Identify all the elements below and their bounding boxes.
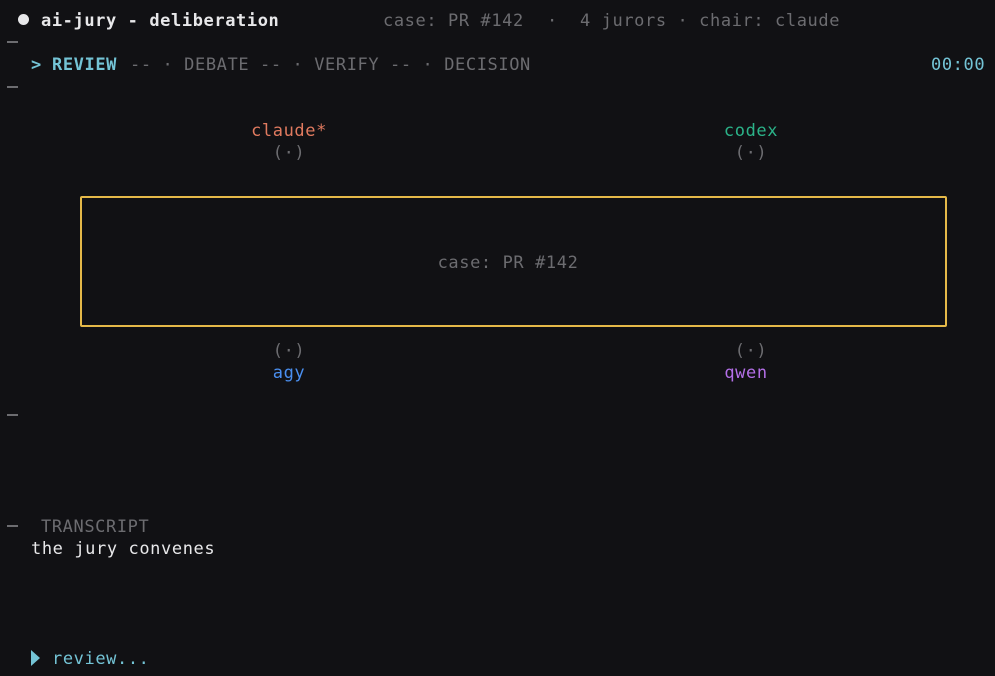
juror-name-claude: claude* [251, 121, 327, 141]
gutter-mark [7, 41, 18, 43]
jurors-info: 4 jurors · chair: claude [580, 11, 841, 31]
play-triangle-icon [31, 650, 40, 666]
gutter-mark [7, 86, 18, 88]
gutter-mark [7, 525, 18, 527]
stage-current: REVIEW [52, 55, 118, 75]
gutter-mark [7, 414, 18, 416]
stage-prompt: > [31, 55, 42, 75]
juror-name-agy: agy [272, 363, 306, 383]
juror-indicator-qwen: (·) [734, 341, 768, 361]
app-title: ai-jury - deliberation [41, 11, 280, 31]
status-text[interactable]: review... [52, 649, 150, 669]
stage-rest: -- · DEBATE -- · VERIFY -- · DECISION [130, 55, 531, 75]
header-separator: · [547, 11, 558, 31]
juror-name-codex: codex [723, 121, 779, 141]
transcript-line: the jury convenes [31, 539, 216, 559]
timer: 00:00 [931, 55, 986, 75]
transcript-heading: TRANSCRIPT [41, 517, 150, 537]
case-label: case: PR #142 [383, 11, 524, 31]
juror-indicator-agy: (·) [272, 341, 306, 361]
juror-indicator-claude: (·) [272, 143, 306, 163]
juror-indicator-codex: (·) [734, 143, 768, 163]
juror-name-qwen: qwen [724, 363, 768, 383]
status-dot-icon [18, 14, 29, 25]
case-box-label: case: PR #142 [437, 253, 579, 273]
